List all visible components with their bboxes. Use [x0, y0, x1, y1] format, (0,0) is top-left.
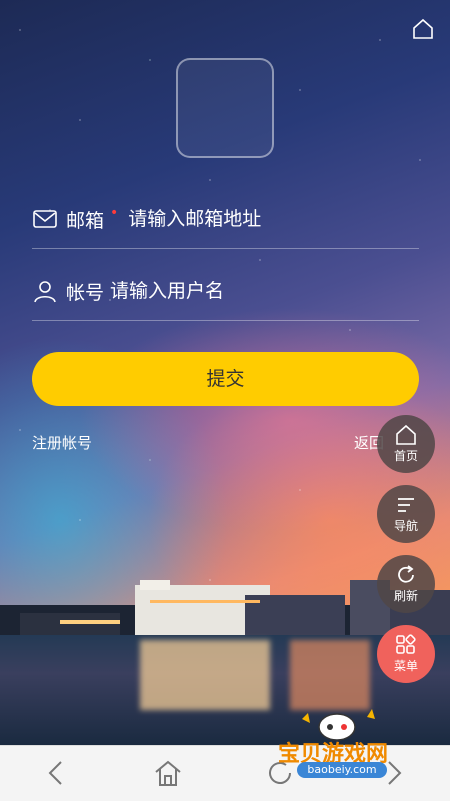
account-field[interactable]: 帐号: [32, 262, 419, 321]
back-arrow-icon[interactable]: [42, 758, 72, 788]
fab-nav-button[interactable]: 导航: [377, 485, 435, 543]
email-input[interactable]: [128, 208, 389, 230]
home-icon: [396, 424, 416, 445]
watermark-url: baobeiy.com: [297, 762, 387, 778]
list-icon: [398, 498, 414, 512]
avatar: [176, 58, 274, 158]
fab-menu-button[interactable]: 菜单: [377, 625, 435, 683]
grid-icon: [396, 634, 416, 654]
light-reflection: [290, 640, 370, 710]
required-mark: •: [110, 205, 119, 221]
fab-refresh-label: 刷新: [393, 589, 418, 603]
account-input[interactable]: [110, 280, 371, 302]
account-label: 帐号: [66, 281, 105, 304]
light-reflection: [140, 640, 270, 710]
fab-home-button[interactable]: 首页: [377, 415, 435, 473]
register-link[interactable]: 注册帐号: [32, 432, 92, 453]
mail-icon: [33, 210, 57, 228]
user-icon: [34, 281, 56, 303]
email-label: 邮箱: [66, 209, 105, 232]
fab-nav-label: 导航: [393, 519, 418, 533]
fab-menu-label: 菜单: [393, 659, 418, 673]
home-icon[interactable]: [153, 758, 183, 788]
submit-button[interactable]: 提交: [32, 352, 419, 406]
home-icon[interactable]: [412, 18, 434, 40]
refresh-icon: [398, 565, 414, 583]
fab-refresh-button[interactable]: 刷新: [377, 555, 435, 613]
fab-home-label: 首页: [393, 449, 418, 463]
email-field[interactable]: 邮箱 •: [32, 190, 419, 249]
